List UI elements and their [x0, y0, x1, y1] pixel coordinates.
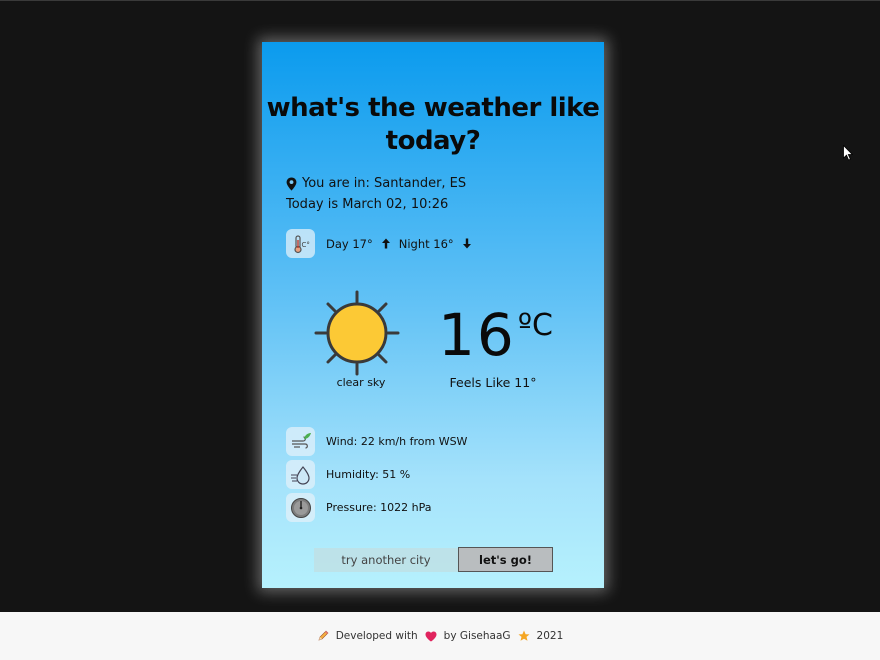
heart-icon	[425, 631, 437, 642]
humidity-text: Humidity: 51 %	[326, 468, 411, 481]
top-border	[0, 0, 880, 1]
temp-value: 16	[438, 301, 516, 369]
arrow-down-icon	[462, 238, 472, 249]
day-temp: Day 17°	[326, 236, 373, 251]
sun-icon	[314, 290, 400, 380]
wind-row: Wind: 22 km/h from WSW	[286, 427, 467, 456]
mouse-cursor-icon	[843, 144, 854, 165]
pencil-icon	[317, 630, 329, 642]
date-text: Today is March 02, 10:26	[286, 197, 449, 212]
barometer-icon	[286, 493, 315, 522]
city-search-form: let's go!	[314, 547, 553, 572]
night-temp: Night 16°	[398, 236, 454, 251]
temp-unit: ºC	[517, 308, 553, 343]
pressure-text: Pressure: 1022 hPa	[326, 501, 432, 514]
svg-text:C°: C°	[301, 241, 309, 249]
weather-card: what's the weather like today? You are i…	[262, 42, 604, 588]
location-line: You are in: Santander, ES	[286, 176, 466, 191]
lets-go-button[interactable]: let's go!	[458, 547, 553, 572]
developed-text: Developed with	[335, 630, 418, 642]
author-text: by GisehaaG	[443, 630, 511, 642]
humidity-icon	[286, 460, 315, 489]
condition-text: clear sky	[336, 376, 386, 389]
thermometer-celsius-icon: C°	[286, 229, 315, 258]
wind-icon	[286, 427, 315, 456]
map-pin-icon	[286, 177, 297, 190]
arrow-up-icon	[381, 238, 391, 249]
wind-text: Wind: 22 km/h from WSW	[326, 435, 468, 448]
current-temp: 16 ºC	[438, 300, 553, 370]
page-title: what's the weather like today?	[266, 93, 600, 156]
city-search-input[interactable]	[314, 548, 458, 572]
star-icon	[518, 630, 530, 642]
footer: Developed with by GisehaaG 2021	[0, 612, 880, 660]
feels-like: Feels Like 11°	[449, 375, 537, 390]
humidity-row: Humidity: 51 %	[286, 460, 410, 489]
location-text: You are in: Santander, ES	[302, 176, 467, 191]
year-text: 2021	[536, 630, 564, 642]
day-night-temps: C° Day 17° Night 16°	[286, 229, 480, 258]
pressure-row: Pressure: 1022 hPa	[286, 493, 432, 522]
